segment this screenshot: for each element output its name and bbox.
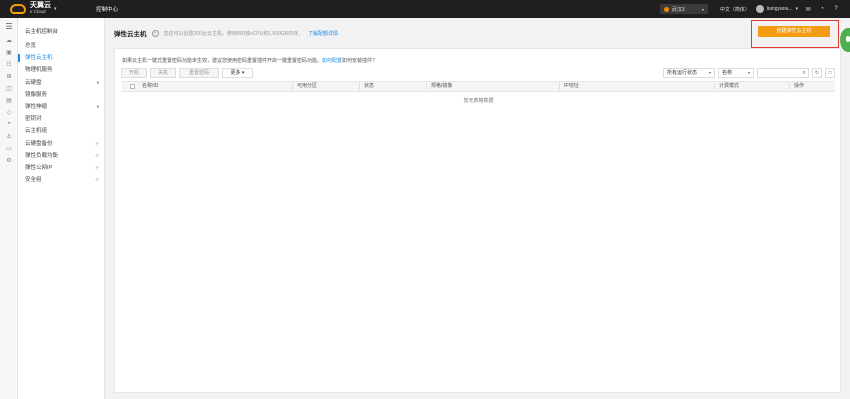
sidebar-item-disk-backup[interactable]: 云硬盘备份 ⇗ (18, 138, 104, 150)
sidebar-item-overview[interactable]: 总览 (18, 40, 104, 52)
anchor-icon[interactable]: ⚓ (0, 130, 18, 142)
external-link-icon: ⇗ (94, 177, 99, 184)
logo-subtext: e Cloud (30, 9, 46, 14)
select-all-checkbox[interactable] (130, 84, 135, 89)
column-divider (292, 83, 293, 90)
external-link-icon: ⇗ (94, 140, 99, 147)
cloud-logo-icon (10, 4, 26, 14)
search-icon[interactable]: ⌕ (803, 70, 806, 77)
quota-text: 您还可以创建200台云主机，使用800核vCPU和1,600GB内存。 (163, 30, 303, 37)
reset-password-button[interactable]: 重置密码 (179, 68, 219, 78)
column-divider (559, 83, 560, 90)
sidebar-title: 云主机控制台 (25, 29, 59, 35)
main-content: 弹性云主机 ? 您还可以创建200台云主机，使用800核vCPU和1,600GB… (105, 18, 850, 399)
col-status[interactable]: 状态 (364, 82, 374, 91)
sidebar-item-keypair[interactable]: 密钥对 (18, 113, 104, 125)
col-name-id[interactable]: 名称/ID (142, 82, 158, 91)
chevron-down-icon: ▾ (701, 6, 704, 12)
database-icon[interactable]: ▤ (0, 94, 18, 106)
chevron-down-icon: ▾ (708, 70, 711, 75)
more-button[interactable]: 更多 ▾ (222, 68, 253, 78)
settings-icon[interactable]: ⚙ (0, 154, 18, 166)
icon-rail: ☰ ☁ ▣ ☷ ⊞ ◫ ▤ ◇ ◓ ⚓ ▭ ⚙ (0, 18, 18, 399)
logo[interactable]: 天翼云 e Cloud ▾ (10, 2, 86, 15)
quota-details-link[interactable]: 了解配额详情 (308, 30, 338, 37)
column-divider (359, 83, 360, 90)
col-spec-image[interactable]: 规格/镜像 (431, 82, 452, 91)
location-pin-icon (663, 6, 669, 12)
storage-icon[interactable]: ◓ (0, 118, 18, 130)
status-filter-select[interactable]: 所有运行状态 ▾ (663, 68, 715, 78)
table-header: 名称/ID 可用分区 状态 规格/镜像 IP地址 计费模式 操作 (122, 81, 835, 92)
network-icon[interactable]: ⊞ (0, 70, 18, 82)
sidebar-item-eip[interactable]: 弹性公网IP ⇗ (18, 162, 104, 174)
sidebar-item-security-group[interactable]: 安全组 ⇗ (18, 174, 104, 186)
toolbar: 开机 关机 重置密码 更多 ▾ (121, 68, 253, 78)
empty-table-text: 暂无表格数据 (463, 98, 494, 104)
region-label: 武汉3 (671, 6, 685, 13)
sidebar-item-server-group[interactable]: 云主机组 (18, 125, 104, 137)
col-billing[interactable]: 计费模式 (719, 82, 739, 91)
create-ecs-button[interactable]: 创建弹性云主机 (758, 26, 830, 37)
instance-panel: 如果云主机一键式重置密码功能未生效，建议您使用密码重置插件开启一键重置密码功能。… (114, 48, 841, 393)
shield-icon[interactable]: ◇ (0, 106, 18, 118)
sidebar-item-cloud-disk[interactable]: 云硬盘 ▾ (18, 77, 104, 89)
field-select[interactable]: 名称 ▾ (718, 68, 754, 78)
external-link-icon: ⇗ (94, 152, 99, 159)
external-link-icon: ⇗ (94, 164, 99, 171)
sidebar-item-bare-metal[interactable]: 物理机服务 (18, 64, 104, 76)
username: liangyana... (766, 6, 793, 12)
sidebar-item-auto-scaling[interactable]: 弹性伸缩 ▾ (18, 101, 104, 113)
how-to-configure-link[interactable]: 如何配置 (322, 58, 342, 64)
user-menu[interactable]: liangyana... ▾ (755, 5, 798, 13)
refresh-icon[interactable]: ↻ (812, 68, 822, 78)
page-title: 弹性云主机 (114, 31, 147, 38)
col-ip[interactable]: IP地址 (564, 82, 579, 91)
server-icon[interactable]: ▣ (0, 46, 18, 58)
chevron-down-icon[interactable]: ▾ (54, 6, 57, 12)
search-input[interactable]: ⌕ (757, 68, 809, 78)
rss-icon[interactable]: ◔ (818, 6, 826, 12)
users-icon[interactable]: ☷ (0, 58, 18, 70)
column-divider (714, 83, 715, 90)
chevron-down-icon: ▾ (747, 70, 750, 75)
disk-icon[interactable]: ◫ (0, 82, 18, 94)
column-divider (789, 83, 790, 90)
cloud-icon[interactable]: ☁ (0, 34, 18, 46)
floating-assistant-icon[interactable] (840, 28, 850, 52)
help-circle-icon[interactable]: ? (151, 29, 159, 37)
sidebar-item-load-balancer[interactable]: 弹性负载均衡 ⇗ (18, 150, 104, 162)
column-divider (426, 83, 427, 90)
top-bar: 天翼云 e Cloud ▾ 控制中心 武汉3 ▾ 中文（简体） liangyan… (0, 0, 850, 18)
chevron-down-icon: ▾ (96, 103, 99, 109)
language-selector[interactable]: 中文（简体） (720, 6, 750, 13)
column-settings-icon[interactable]: □ (825, 68, 835, 78)
col-az[interactable]: 可用分区 (297, 82, 317, 91)
sidebar-item-ecs[interactable]: 弹性云主机 (18, 52, 104, 64)
start-button[interactable]: 开机 (121, 68, 147, 78)
mail-icon[interactable]: ✉ (804, 6, 812, 13)
notice-text: 如果云主机一键式重置密码功能未生效，建议您使用密码重置插件开启一键重置密码功能。… (122, 58, 375, 64)
console-link[interactable]: 控制中心 (96, 5, 118, 13)
chevron-down-icon: ▾ (96, 79, 99, 85)
col-actions: 操作 (794, 83, 805, 89)
sidebar-item-image[interactable]: 镜像服务 (18, 89, 104, 101)
help-icon[interactable]: ? (832, 6, 840, 12)
stop-button[interactable]: 关机 (150, 68, 176, 78)
menu-icon[interactable]: ☰ (0, 18, 18, 34)
avatar (755, 5, 764, 13)
monitor-icon[interactable]: ▭ (0, 142, 18, 154)
chevron-down-icon: ▾ (795, 6, 798, 12)
filter-bar: 所有运行状态 ▾ 名称 ▾ ⌕ ↻ □ (663, 68, 835, 78)
region-selector[interactable]: 武汉3 ▾ (659, 4, 708, 14)
sidebar: 云主机控制台 总览 弹性云主机 物理机服务 云硬盘 ▾ 镜像服务 弹性伸缩 ▾ 密钥… (18, 18, 105, 399)
